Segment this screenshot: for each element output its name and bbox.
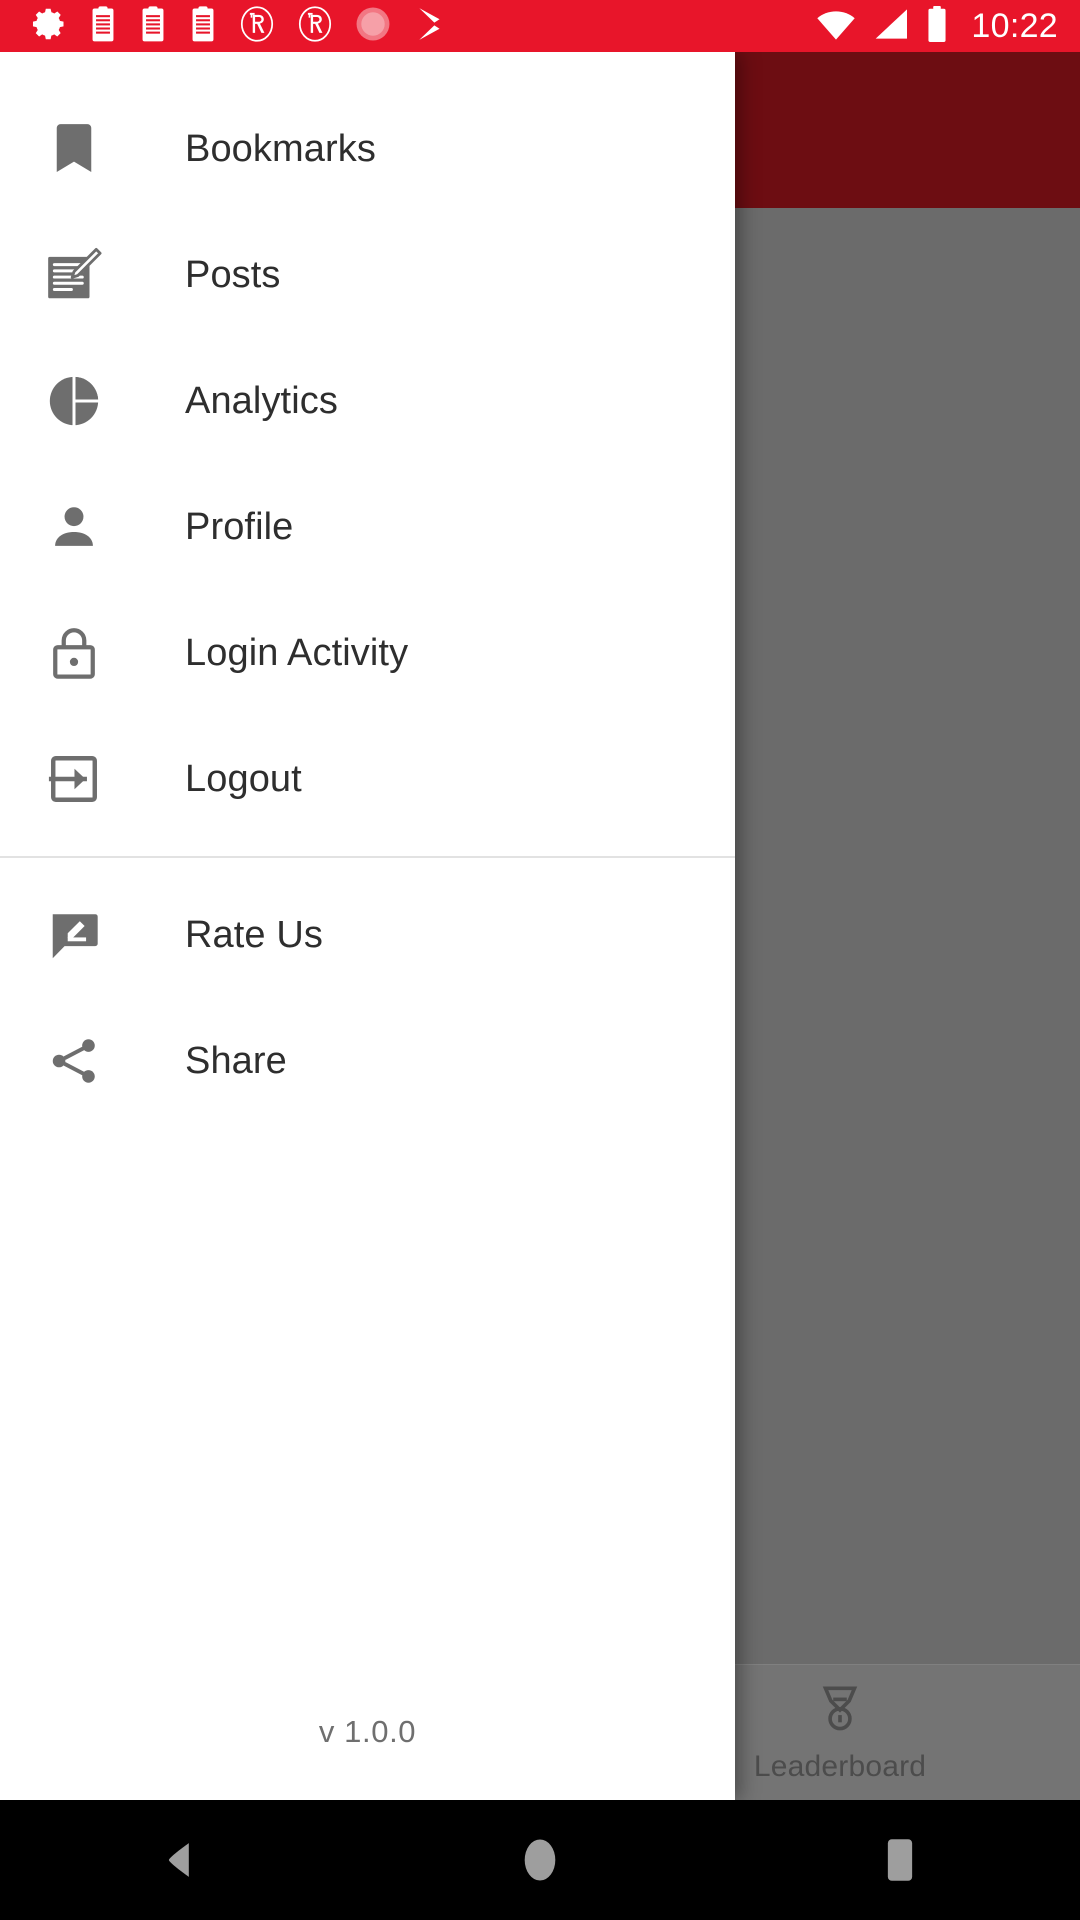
drawer-primary-list: Bookmarks Posts Analytics Profile Login … [0, 52, 735, 1124]
settings-gear-icon [32, 6, 68, 47]
drawer-item-profile[interactable]: Profile [0, 464, 735, 590]
drawer-item-label: Logout [185, 757, 302, 800]
drawer-spacer [0, 1124, 735, 1714]
medal-icon [811, 1681, 869, 1744]
drawer-item-label: Rate Us [185, 913, 323, 956]
status-bar-notification-icons [32, 5, 450, 48]
tab-leaderboard-label: Leaderboard [753, 1750, 927, 1783]
share-icon [36, 1023, 112, 1099]
drawer-item-analytics[interactable]: Analytics [0, 338, 735, 464]
drawer-item-posts[interactable]: Posts [0, 212, 735, 338]
clipboard-icon-1 [88, 5, 118, 48]
play-store-icon [412, 5, 450, 48]
lock-icon [36, 615, 112, 691]
drawer-item-label: Share [185, 1039, 287, 1082]
status-bar: 10:22 [0, 0, 1080, 52]
status-bar-system-icons: 10:22 [815, 5, 1058, 48]
navigation-drawer: Bookmarks Posts Analytics Profile Login … [0, 52, 735, 1800]
app-version-label: v 1.0.0 [318, 1714, 417, 1749]
exit-arrow-icon [36, 741, 112, 817]
drawer-item-login-activity[interactable]: Login Activity [0, 590, 735, 716]
pie-chart-icon [36, 363, 112, 439]
back-button[interactable] [80, 1800, 280, 1920]
rate-review-icon [36, 897, 112, 973]
drawer-item-label: Posts [185, 253, 281, 296]
phone-screen: Leaderboard Bookmarks Posts Analytics Pr… [0, 0, 1080, 1920]
drawer-item-label: Login Activity [185, 631, 409, 674]
system-navigation-bar [0, 1800, 1080, 1920]
drawer-item-label: Bookmarks [185, 127, 376, 170]
drawer-item-rate-us[interactable]: Rate Us [0, 872, 735, 998]
drawer-item-label: Analytics [185, 379, 338, 422]
wifi-icon [815, 7, 857, 46]
clipboard-icon-3 [188, 5, 218, 48]
drawer-item-bookmarks[interactable]: Bookmarks [0, 86, 735, 212]
battery-icon [925, 5, 949, 48]
recording-dot-icon [354, 5, 392, 48]
drawer-item-label: Profile [185, 505, 294, 548]
person-icon [36, 489, 112, 565]
cellular-signal-icon [871, 7, 911, 46]
clipboard-icon-2 [138, 5, 168, 48]
bookmark-icon [36, 111, 112, 187]
drawer-divider [0, 856, 735, 858]
home-button[interactable] [440, 1800, 640, 1920]
recents-button[interactable] [800, 1800, 1000, 1920]
circled-r-icon-1 [238, 5, 276, 48]
drawer-item-logout[interactable]: Logout [0, 716, 735, 842]
status-bar-clock: 10:22 [971, 6, 1058, 45]
circled-r-icon-2 [296, 5, 334, 48]
post-edit-icon [36, 237, 112, 313]
drawer-item-share[interactable]: Share [0, 998, 735, 1124]
